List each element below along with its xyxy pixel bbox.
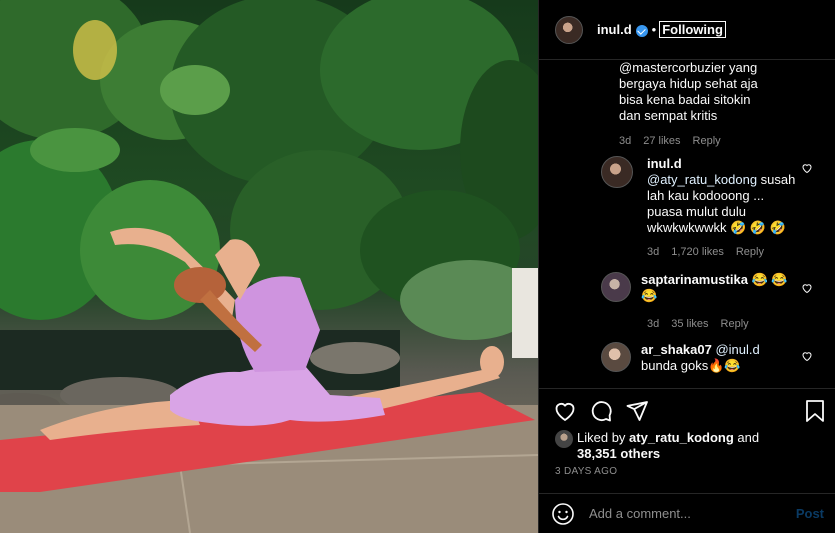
comment-time: 3d	[647, 318, 660, 330]
commenter-username[interactable]: ar_shaka07	[641, 342, 712, 357]
liker-avatar[interactable]	[555, 430, 573, 448]
comment-time: 3d	[647, 246, 660, 258]
heart-icon[interactable]	[801, 162, 813, 174]
comment-input[interactable]: Add a comment...	[589, 506, 796, 521]
reply-button[interactable]: Reply	[736, 246, 764, 258]
comment-text-line: dan sempat kritis	[619, 108, 718, 123]
author-username[interactable]: inul.d	[597, 22, 632, 37]
comment-mention[interactable]: @inul.d	[715, 342, 759, 357]
commenter-avatar[interactable]	[601, 342, 631, 372]
heart-icon[interactable]	[801, 282, 813, 294]
comment-text-line: bisa kena badai sitokin	[619, 92, 751, 107]
commenter-avatar[interactable]	[601, 272, 631, 302]
commenter-username[interactable]: saptarinamustika	[641, 272, 748, 287]
comment-icon[interactable]	[589, 399, 613, 423]
comment-mention[interactable]: @aty_ratu_kodong	[647, 172, 757, 187]
bookmark-icon[interactable]	[804, 399, 826, 423]
heart-icon[interactable]	[801, 350, 813, 362]
likes-others[interactable]: 38,351 others	[577, 446, 660, 461]
post-actions: Liked by aty_ratu_kodong and 38,351 othe…	[539, 388, 835, 496]
post-timestamp[interactable]: 3 DAYS AGO	[555, 466, 617, 477]
comment-time: 3d	[619, 135, 632, 147]
likes-prefix: Liked by	[577, 430, 630, 445]
comment-likes[interactable]: 35 likes	[671, 318, 708, 330]
post-button[interactable]: Post	[796, 506, 824, 521]
reply-button[interactable]: Reply	[721, 318, 749, 330]
commenter-avatar[interactable]	[601, 156, 633, 188]
heart-icon[interactable]	[553, 399, 577, 423]
commenter-username[interactable]: inul.d	[647, 156, 682, 171]
separator: •	[651, 22, 657, 37]
comments-list[interactable]: @mastercorbuzier yang bergaya hidup seha…	[539, 60, 835, 388]
likes-and: and	[733, 430, 760, 445]
add-comment-bar: Add a comment... Post	[539, 493, 835, 533]
comment-likes[interactable]: 1,720 likes	[671, 246, 724, 258]
comment-likes[interactable]: 27 likes	[643, 135, 680, 147]
post-header: inul.d • Following	[539, 0, 835, 60]
comment-text-line: @mastercorbuzier yang	[619, 60, 758, 75]
comment-text-line: bergaya hidup sehat aja	[619, 76, 758, 91]
post-side-panel: inul.d • Following @mastercorbuzier yang…	[538, 0, 835, 533]
reply-button[interactable]: Reply	[693, 135, 721, 147]
likes-summary: Liked by aty_ratu_kodong and 38,351 othe…	[555, 430, 759, 462]
post-photo[interactable]	[0, 0, 538, 533]
liker-username[interactable]: aty_ratu_kodong	[629, 430, 734, 445]
comment-text: bunda goks🔥😂	[641, 358, 741, 373]
author-avatar[interactable]	[555, 15, 583, 44]
share-icon[interactable]	[625, 399, 649, 423]
following-button[interactable]: Following	[659, 21, 726, 38]
yoga-pose-illustration	[0, 0, 538, 533]
verified-badge-icon	[635, 24, 648, 37]
smiley-icon[interactable]	[551, 502, 575, 526]
